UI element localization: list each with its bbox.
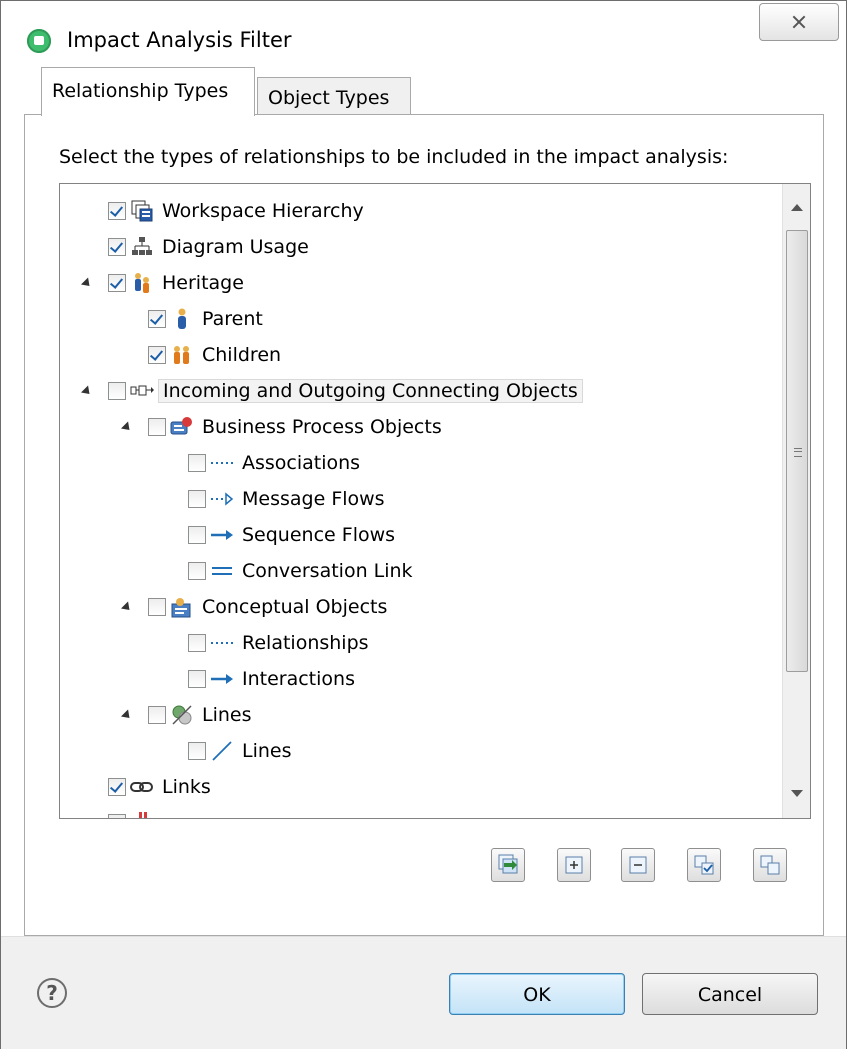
tree-item-conceptual-objects[interactable]: Conceptual Objects xyxy=(148,592,387,622)
checkbox[interactable] xyxy=(148,310,166,328)
checkbox[interactable] xyxy=(108,778,126,796)
relationship-tree[interactable]: Workspace Hierarchy Diagram Usage Herita… xyxy=(59,183,811,819)
arrow-right-icon xyxy=(210,524,234,546)
expand-toggle-lines[interactable] xyxy=(120,709,134,722)
expand-toggle-connecting-objects[interactable] xyxy=(80,385,94,398)
tree-item-label: Interactions xyxy=(242,668,355,690)
tree-item-label: Links xyxy=(162,776,211,798)
tree-item-label: Lines xyxy=(202,704,252,726)
tree-item-label: Lines xyxy=(242,740,292,762)
checkbox[interactable] xyxy=(148,706,166,724)
tree-item-label: Sequence Flows xyxy=(242,524,396,546)
checkbox[interactable] xyxy=(108,238,126,256)
tree-scrollbar[interactable] xyxy=(782,184,810,818)
checkbox[interactable] xyxy=(148,418,166,436)
link-icon xyxy=(130,776,154,798)
tree-item-heritage[interactable]: Heritage xyxy=(108,268,244,298)
tab-relationship-types[interactable]: Relationship Types xyxy=(41,67,255,116)
tree-item-label: Relationships xyxy=(242,632,369,654)
tree-item-label: Business Process Objects xyxy=(202,416,442,438)
tree-item-label: Message Flows xyxy=(242,488,385,510)
checkbox[interactable] xyxy=(188,526,206,544)
reset-button[interactable] xyxy=(491,848,525,882)
scroll-up-icon[interactable] xyxy=(791,204,803,211)
tree-item-children[interactable]: Children xyxy=(148,340,281,370)
dialog-footer: ? OK Cancel xyxy=(1,936,846,1049)
tree-item-lines[interactable]: Lines xyxy=(188,736,292,766)
tree-item-conversation-link[interactable]: Conversation Link xyxy=(188,556,413,586)
connecting-objects-icon xyxy=(130,380,154,402)
tree-item-label: Children xyxy=(202,344,282,366)
expand-toggle-conceptual[interactable] xyxy=(120,601,134,614)
expand-all-button[interactable] xyxy=(557,848,591,882)
tree-item-label: Diagram Usage xyxy=(162,236,309,258)
checkbox[interactable] xyxy=(188,454,206,472)
double-line-icon xyxy=(210,560,234,582)
tree-item-partial xyxy=(108,808,162,818)
checkbox[interactable] xyxy=(108,274,126,292)
grip-icon xyxy=(794,448,802,457)
tree-item-workspace-hierarchy[interactable]: Workspace Hierarchy xyxy=(108,196,364,226)
tree-item-label: Workspace Hierarchy xyxy=(162,200,364,222)
tree-item-label: Associations xyxy=(242,452,361,474)
tree-item-sequence-flows[interactable]: Sequence Flows xyxy=(188,520,395,550)
scroll-thumb[interactable] xyxy=(786,230,808,672)
checkbox[interactable] xyxy=(148,346,166,364)
scroll-down-icon[interactable] xyxy=(791,790,803,797)
tree-item-label: Heritage xyxy=(162,272,244,294)
help-icon[interactable]: ? xyxy=(37,978,67,1008)
ok-button[interactable]: OK xyxy=(449,973,625,1015)
partial-item-icon xyxy=(130,812,154,818)
instruction-text: Select the types of relationships to be … xyxy=(59,146,729,168)
window-title: Impact Analysis Filter xyxy=(67,28,292,52)
message-flow-icon xyxy=(210,488,234,510)
expand-toggle-heritage[interactable] xyxy=(80,277,94,290)
tree-item-links[interactable]: Links xyxy=(108,772,211,802)
heritage-icon xyxy=(130,272,154,294)
deselect-all-button[interactable] xyxy=(753,848,787,882)
checkbox[interactable] xyxy=(188,670,206,688)
collapse-all-button[interactable] xyxy=(621,848,655,882)
tree-item-lines-group[interactable]: Lines xyxy=(148,700,252,730)
diagram-usage-icon xyxy=(130,236,154,258)
children-icon xyxy=(170,344,194,366)
checkbox[interactable] xyxy=(188,490,206,508)
dotted-line-icon xyxy=(210,632,234,654)
tree-item-relationships[interactable]: Relationships xyxy=(188,628,369,658)
checkbox[interactable] xyxy=(108,202,126,220)
tree-item-connecting-objects[interactable]: Incoming and Outgoing Connecting Objects xyxy=(108,376,583,406)
diagonal-line-icon xyxy=(210,740,234,762)
conceptual-objects-icon xyxy=(170,596,194,618)
title-bar: Impact Analysis Filter xyxy=(1,1,846,67)
close-button[interactable] xyxy=(759,3,839,41)
tree-item-label: Incoming and Outgoing Connecting Objects xyxy=(158,379,583,403)
checkbox[interactable] xyxy=(108,814,126,818)
tab-object-types[interactable]: Object Types xyxy=(257,77,411,116)
tree-item-diagram-usage[interactable]: Diagram Usage xyxy=(108,232,309,262)
cancel-button[interactable]: Cancel xyxy=(642,973,818,1015)
tree-item-business-process-objects[interactable]: Business Process Objects xyxy=(148,412,442,442)
dialog-window: Impact Analysis Filter Relationship Type… xyxy=(0,0,847,1049)
tree-item-associations[interactable]: Associations xyxy=(188,448,360,478)
parent-icon xyxy=(170,308,194,330)
arrow-right-icon xyxy=(210,668,234,690)
checkbox[interactable] xyxy=(188,562,206,580)
tree-item-interactions[interactable]: Interactions xyxy=(188,664,355,694)
expand-toggle-business-process[interactable] xyxy=(120,421,134,434)
dotted-line-icon xyxy=(210,452,234,474)
select-all-button[interactable] xyxy=(687,848,721,882)
business-process-icon xyxy=(170,416,194,438)
tree-item-label: Conceptual Objects xyxy=(202,596,388,618)
tree-item-label: Conversation Link xyxy=(242,560,413,582)
checkbox[interactable] xyxy=(188,634,206,652)
checkbox[interactable] xyxy=(148,598,166,616)
tree-item-message-flows[interactable]: Message Flows xyxy=(188,484,385,514)
lines-group-icon xyxy=(170,704,194,726)
checkbox[interactable] xyxy=(108,382,126,400)
tree-item-parent[interactable]: Parent xyxy=(148,304,263,334)
app-icon xyxy=(27,29,51,53)
tree-item-label: Parent xyxy=(202,308,263,330)
workspace-hierarchy-icon xyxy=(130,200,154,222)
checkbox[interactable] xyxy=(188,742,206,760)
